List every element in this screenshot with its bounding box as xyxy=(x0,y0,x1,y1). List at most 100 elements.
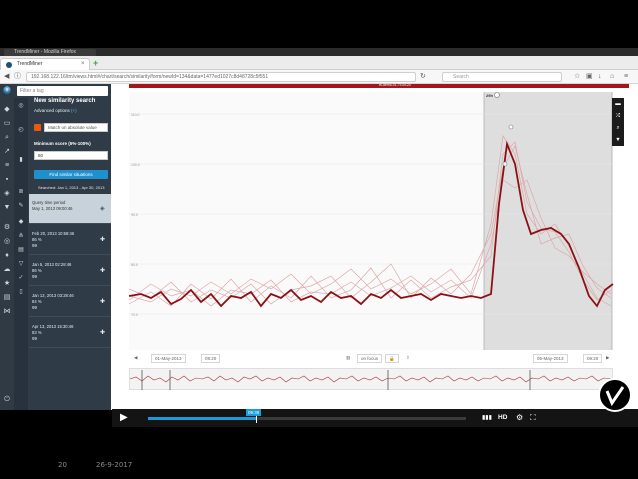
list-view-icon[interactable]: ≣ xyxy=(17,188,25,196)
back-icon[interactable]: ◀ xyxy=(4,73,9,81)
bell-icon[interactable]: ♦ xyxy=(3,252,11,260)
result-line2: 86 % xyxy=(32,268,42,273)
chart-icon[interactable]: ↗ xyxy=(3,148,11,156)
result-line2: 86 % xyxy=(32,237,42,242)
start-time[interactable]: 09:20 xyxy=(201,354,221,363)
result-item[interactable]: Apr 13, 2013 15:30:46 83 % 99 ✚ xyxy=(29,318,111,348)
settings-video-icon[interactable]: ⚙ xyxy=(516,412,523,424)
cloud-icon[interactable]: ☁ xyxy=(3,266,11,274)
new-tab-button[interactable]: + xyxy=(93,59,98,68)
peak-marker[interactable] xyxy=(508,124,514,130)
filter-tool-icon[interactable]: ▼ xyxy=(615,137,621,143)
chart-side-toolbar: ▬ ⤮ ⌕ ▼ xyxy=(612,98,624,146)
browser-tab[interactable]: TrendMiner × xyxy=(0,58,90,70)
tag-list-icon[interactable]: ◆ xyxy=(17,218,25,226)
play-icon[interactable]: ▶ xyxy=(120,412,132,424)
layer-icon[interactable]: ◈ xyxy=(100,205,105,212)
panel-title: New similarity search xyxy=(34,98,96,104)
tag-icon[interactable]: ◆ xyxy=(3,106,11,114)
shuffle-icon[interactable]: ⤮ xyxy=(615,113,621,119)
result-item[interactable]: Jan 5, 2013 02:28:46 86 % 99 ✚ xyxy=(29,256,111,286)
similarity-icon[interactable]: ◎ xyxy=(17,102,25,110)
book-icon[interactable]: ▤ xyxy=(17,246,25,254)
filter-icon[interactable]: ▼ xyxy=(3,204,11,212)
prev-icon[interactable]: ◀ xyxy=(131,354,140,363)
hd-toggle[interactable]: HD xyxy=(498,413,507,423)
trend-chart[interactable]: 110.0 100.0 90.0 80.0 70.0 29h xyxy=(111,84,638,354)
history-icon[interactable]: ◴ xyxy=(17,126,25,134)
chart-area: fs-demo-01-TI10124 110.0 100.0 90.0 80.0… xyxy=(111,83,638,410)
icon-rail: ◉ ◆ ▭ ⌕ ↗ ≡ ▪ ◈ ▼ ⚙ ◎ ♦ ☁ ★ ▤ ⋈ ⏻ xyxy=(0,84,14,410)
bookmark-icon[interactable]: ▮ xyxy=(17,156,25,164)
fullscreen-icon[interactable]: ⛶ xyxy=(530,412,536,424)
advanced-options[interactable]: Advanced options (+) xyxy=(34,108,77,113)
overlay-icon[interactable]: ✚ xyxy=(100,298,105,305)
close-tab-icon[interactable]: × xyxy=(81,59,85,70)
start-date[interactable]: 01-May-2013 xyxy=(151,354,186,363)
power-icon[interactable]: ⏻ xyxy=(3,396,11,404)
overlay-icon[interactable]: ✚ xyxy=(100,267,105,274)
match-mode-select[interactable]: Match on absolute value xyxy=(44,123,108,132)
cluster-icon[interactable]: ⋈ xyxy=(3,308,11,316)
result-item[interactable]: Jan 12, 2013 03:28:46 84 % 99 ✚ xyxy=(29,287,111,317)
selection-region[interactable] xyxy=(484,92,612,350)
result-query[interactable]: Query time period May 1, 2013 09:00:46 ◈ xyxy=(29,194,111,224)
star-rail-icon[interactable]: ★ xyxy=(3,280,11,288)
lock-icon[interactable]: 🔒 xyxy=(385,354,399,363)
reading-list-icon[interactable]: ▣ xyxy=(586,73,593,81)
list-icon[interactable]: ≡ xyxy=(3,162,11,170)
selection-handle[interactable] xyxy=(494,92,500,98)
overlay-icon[interactable]: ✚ xyxy=(100,329,105,336)
download-icon[interactable]: ↓ xyxy=(598,73,602,81)
video-controls: ▶ 09:38 ▮▮▮ HD ⚙ ⛶ xyxy=(112,409,638,427)
video-progress[interactable]: 09:38 xyxy=(148,409,466,423)
home-icon[interactable]: ⌂ xyxy=(610,73,614,81)
result-item[interactable]: Feb 20, 2013 10:58:46 86 % 99 ✚ xyxy=(29,225,111,255)
window-title: TrendMiner - Mozilla Firefox xyxy=(4,49,96,56)
overview-timeline[interactable] xyxy=(129,368,615,390)
volume-icon[interactable]: ▮▮▮ xyxy=(482,412,492,424)
check-icon[interactable]: ✓ xyxy=(17,274,25,282)
app-logo-icon[interactable]: ◉ xyxy=(3,86,11,94)
chart-type-icon[interactable]: ▥ xyxy=(343,354,353,363)
doc-icon[interactable]: ▯ xyxy=(17,288,25,296)
tag-filter-input[interactable]: Filter a tag xyxy=(17,86,108,96)
peak-marker[interactable] xyxy=(502,161,508,167)
min-score-label: Minimum score (5%-100%) xyxy=(34,141,91,146)
address-bar[interactable]: 192.168.122.16/tm/views.html#/chart/sear… xyxy=(26,72,416,82)
advanced-link[interactable]: (+) xyxy=(71,108,77,113)
result-score: 99 xyxy=(32,305,38,310)
funnel-icon[interactable]: ▽ xyxy=(17,260,25,268)
target-icon[interactable]: ◎ xyxy=(3,238,11,246)
focus-mode[interactable]: on focus xyxy=(357,354,383,363)
searched-range: Searched: Jan 1, 2013 - Apr 30, 2013 xyxy=(38,185,105,190)
pin-icon[interactable]: ✎ xyxy=(17,202,25,210)
comment-tool-icon[interactable]: ▬ xyxy=(615,101,621,107)
match-checkbox[interactable] xyxy=(34,124,41,131)
svg-text:90.0: 90.0 xyxy=(131,213,138,217)
tree-icon[interactable]: ⋔ xyxy=(17,232,25,240)
svg-text:100.0: 100.0 xyxy=(131,163,140,167)
comment-icon[interactable]: ▪ xyxy=(3,176,11,184)
layers-icon[interactable]: ◈ xyxy=(3,190,11,198)
stack-icon[interactable]: ▤ xyxy=(3,294,11,302)
info-icon[interactable]: ⓘ xyxy=(14,73,21,81)
find-similar-button[interactable]: Find similar situations xyxy=(34,170,108,179)
search-icon[interactable]: ⌕ xyxy=(3,134,11,142)
inbox-icon[interactable]: ▭ xyxy=(3,120,11,128)
selection-label: 29h xyxy=(486,93,493,98)
min-score-input[interactable]: 80 xyxy=(34,151,108,160)
star-icon[interactable]: ☆ xyxy=(574,73,580,81)
overlay-icon[interactable]: ✚ xyxy=(100,236,105,243)
next-icon[interactable]: ▶ xyxy=(603,354,612,363)
menu-icon[interactable]: ≡ xyxy=(624,73,628,81)
advanced-label: Advanced options xyxy=(34,108,70,113)
reload-icon[interactable]: ↻ xyxy=(420,73,426,81)
favicon-icon xyxy=(6,62,12,68)
browser-search-input[interactable]: Search xyxy=(442,72,562,82)
end-time[interactable]: 09:20 xyxy=(583,354,603,363)
settings-icon[interactable]: ⚙ xyxy=(3,224,11,232)
export-icon[interactable]: ⇪ xyxy=(403,354,413,363)
end-date[interactable]: 05-May-2013 xyxy=(533,354,568,363)
zoom-icon[interactable]: ⌕ xyxy=(615,125,621,131)
